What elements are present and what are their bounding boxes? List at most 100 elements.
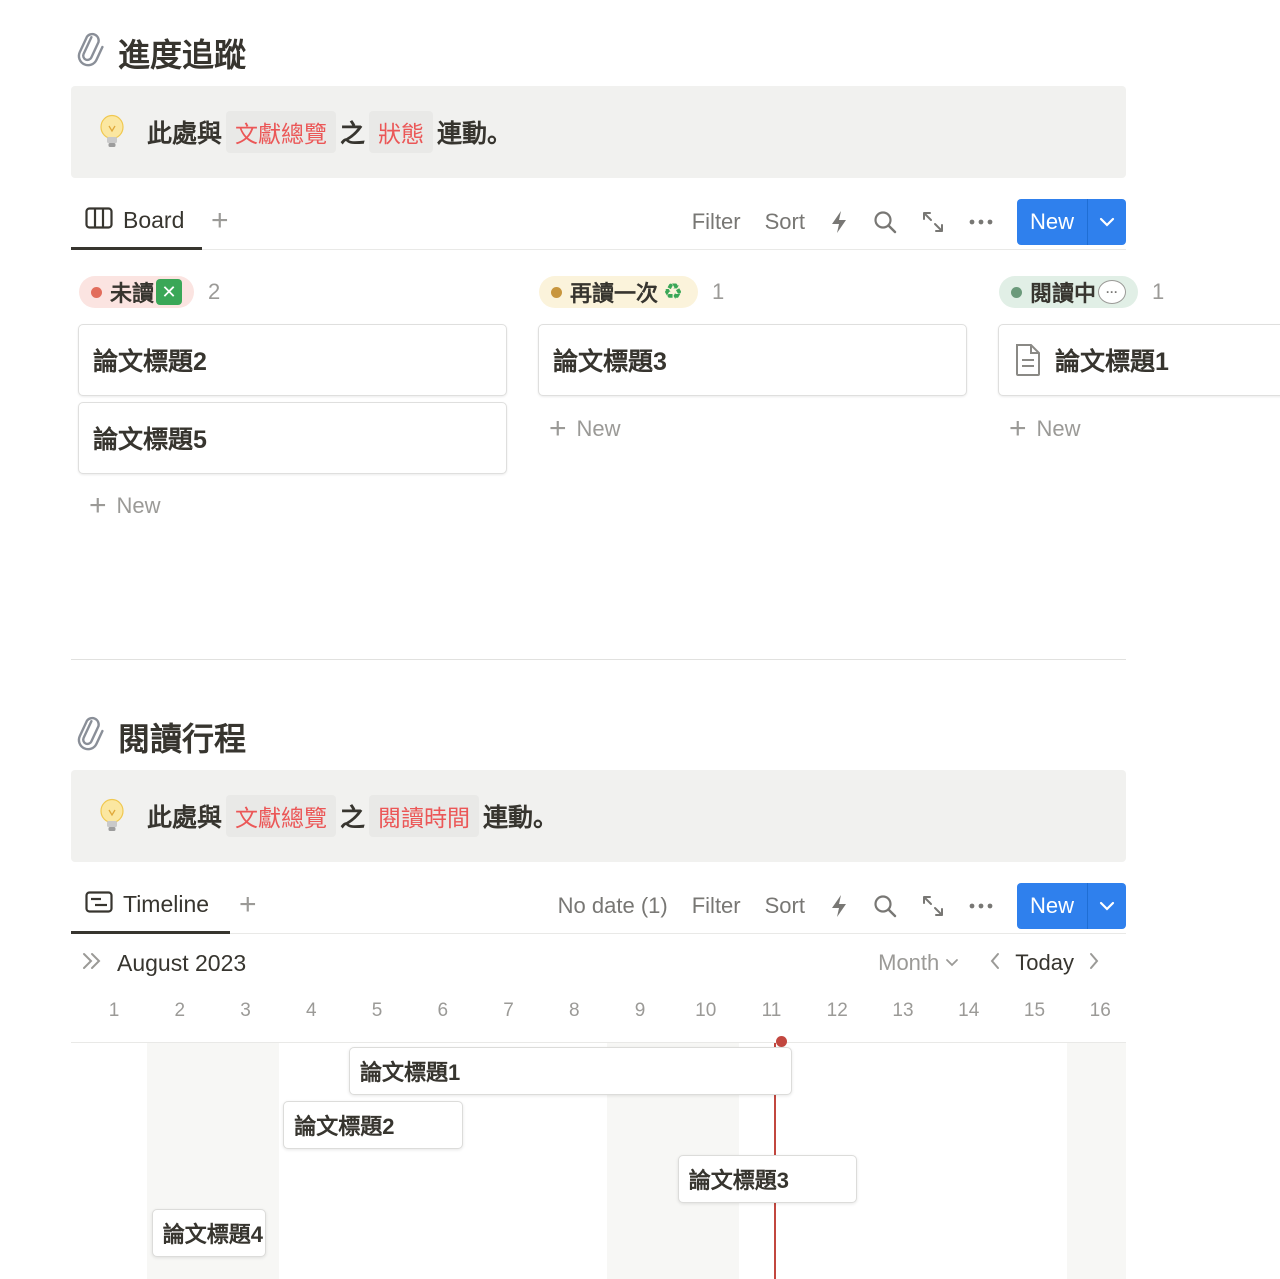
property-tag-status[interactable]: 狀態 xyxy=(369,111,434,153)
timeline-item-title: 論文標題3 xyxy=(688,1168,789,1193)
chevron-left-icon[interactable] xyxy=(989,950,1001,976)
tab-board[interactable]: Board xyxy=(71,194,202,250)
timeline-item-title: 論文標題2 xyxy=(294,1114,395,1139)
more-icon[interactable] xyxy=(969,902,993,910)
timeline-day-label: 4 xyxy=(305,1000,317,1021)
timeline-day-label: 11 xyxy=(761,1000,782,1021)
timeline-day-label: 8 xyxy=(568,1000,580,1021)
scale-label: Month xyxy=(878,950,940,975)
page-title: 進度追蹤 xyxy=(118,37,247,73)
timeline-item[interactable]: 論文標題1 xyxy=(349,1047,792,1095)
timeline-day-label: 1 xyxy=(108,1000,120,1021)
timeline-day-axis: 1 2 3 4 5 6 7 8 9 10 11 12 13 14 15 16 xyxy=(71,1000,1126,1028)
tab-timeline[interactable]: Timeline xyxy=(71,878,230,934)
callout-text-prefix: 此處與 xyxy=(147,120,223,148)
callout-text-middle: 之 xyxy=(340,804,366,832)
timeline-day-label: 5 xyxy=(371,1000,383,1021)
status-dot xyxy=(91,286,102,298)
timeline-item-title: 論文標題4 xyxy=(162,1222,263,1247)
board-card[interactable]: 論文標題2 xyxy=(78,324,507,396)
board-column-header-unread[interactable]: 未讀 ✕ 2 xyxy=(79,276,220,308)
property-tag-source[interactable]: 文獻總覽 xyxy=(226,795,337,837)
more-icon[interactable] xyxy=(969,218,993,226)
timeline-header: August 2023 Month Today xyxy=(71,950,1126,990)
timeline-day-label: 6 xyxy=(437,1000,449,1021)
board-column-header-reading[interactable]: 閱讀中 ··· 1 xyxy=(999,276,1164,308)
paperclip-icon xyxy=(66,26,118,80)
month-label: August 2023 xyxy=(117,950,247,976)
add-card-button[interactable]: + New xyxy=(89,491,161,521)
new-button-label[interactable]: New xyxy=(1017,883,1087,929)
add-view-button[interactable]: + xyxy=(211,206,229,236)
status-label: 再讀一次 xyxy=(570,281,659,306)
lightning-icon[interactable] xyxy=(829,210,849,234)
tab-timeline-label: Timeline xyxy=(123,891,210,917)
search-icon[interactable] xyxy=(873,894,897,918)
chevron-down-icon[interactable] xyxy=(1088,199,1126,245)
callout-schedule: 此處與 文獻總覽 之 閱讀時間 連動。 xyxy=(71,770,1126,862)
plus-icon: + xyxy=(1009,412,1027,445)
add-card-label: New xyxy=(116,493,161,518)
chevron-right-icon[interactable] xyxy=(1088,950,1100,976)
timeline-day-label: 15 xyxy=(1023,1000,1046,1021)
tab-board-label: Board xyxy=(123,207,185,233)
timeline-day-label: 13 xyxy=(892,1000,914,1021)
expand-icon[interactable] xyxy=(921,894,945,918)
column-count: 1 xyxy=(1152,279,1165,304)
callout-text-suffix: 連動。 xyxy=(483,804,559,832)
today-button[interactable]: Today xyxy=(1015,950,1074,976)
add-view-button[interactable]: + xyxy=(239,890,257,920)
search-icon[interactable] xyxy=(873,210,897,234)
callout-progress: 此處與 文獻總覽 之 狀態 連動。 xyxy=(71,86,1126,178)
lightbulb-icon xyxy=(97,114,127,150)
new-button[interactable]: New xyxy=(1016,883,1126,929)
sort-button[interactable]: Sort xyxy=(765,893,805,919)
scale-dropdown[interactable]: Month xyxy=(878,950,959,976)
timeline-item[interactable]: 論文標題2 xyxy=(283,1101,463,1149)
lightning-icon[interactable] xyxy=(829,894,849,918)
no-date-button[interactable]: No date (1) xyxy=(558,893,668,919)
section-heading-schedule: 閱讀行程 xyxy=(72,714,246,760)
add-card-button[interactable]: + New xyxy=(549,412,621,445)
cross-mark-icon: ✕ xyxy=(156,279,183,305)
card-title: 論文標題5 xyxy=(93,426,207,454)
board-toolbar: Board + Filter Sort New xyxy=(71,194,1126,250)
today-marker-dot xyxy=(776,1036,787,1047)
document-icon xyxy=(1013,343,1043,377)
timeline-day-label: 9 xyxy=(634,1000,646,1021)
property-tag-source[interactable]: 文獻總覽 xyxy=(226,111,337,153)
timeline-day-label: 10 xyxy=(695,1000,717,1021)
new-button[interactable]: New xyxy=(1016,199,1126,245)
add-card-label: New xyxy=(576,416,621,441)
timeline-day-label: 2 xyxy=(174,1000,186,1021)
timeline-day-label: 14 xyxy=(958,1000,980,1021)
board-card[interactable]: 論文標題1 xyxy=(998,324,1280,396)
timeline-toolbar-actions: No date (1) Filter Sort New xyxy=(558,878,1126,934)
sort-button[interactable]: Sort xyxy=(765,209,805,235)
board-column-header-reread[interactable]: 再讀一次 ♻ 1 xyxy=(539,276,724,308)
timeline-item[interactable]: 論文標題3 xyxy=(677,1155,858,1203)
speech-bubble-icon: ··· xyxy=(1098,280,1127,304)
property-tag-reading-time[interactable]: 閱讀時間 xyxy=(369,795,480,837)
status-label: 閱讀中 xyxy=(1030,281,1097,306)
plus-icon: + xyxy=(549,412,567,445)
timeline-controls: Month Today xyxy=(878,950,1100,976)
board-card[interactable]: 論文標題3 xyxy=(538,324,967,396)
filter-button[interactable]: Filter xyxy=(692,893,741,919)
status-pill-unread: 未讀 ✕ xyxy=(79,276,195,308)
expand-icon[interactable] xyxy=(921,210,945,234)
filter-button[interactable]: Filter xyxy=(692,209,741,235)
chevron-down-icon[interactable] xyxy=(1088,883,1126,929)
timeline-item[interactable]: 論文標題4 xyxy=(151,1209,266,1257)
section-heading-progress: 進度追蹤 xyxy=(72,30,246,76)
card-title: 論文標題2 xyxy=(93,348,207,376)
timeline-toolbar: Timeline + No date (1) Filter Sort New xyxy=(71,878,1126,934)
timeline-day-label: 7 xyxy=(503,1000,514,1021)
board-card[interactable]: 論文標題5 xyxy=(78,402,507,474)
double-chevron-right-icon[interactable] xyxy=(81,950,103,977)
add-card-button[interactable]: + New xyxy=(1009,412,1081,445)
new-button-label[interactable]: New xyxy=(1017,199,1087,245)
status-label: 未讀 xyxy=(110,281,155,306)
column-count: 2 xyxy=(208,279,221,304)
timeline-day-label: 3 xyxy=(240,1000,251,1021)
